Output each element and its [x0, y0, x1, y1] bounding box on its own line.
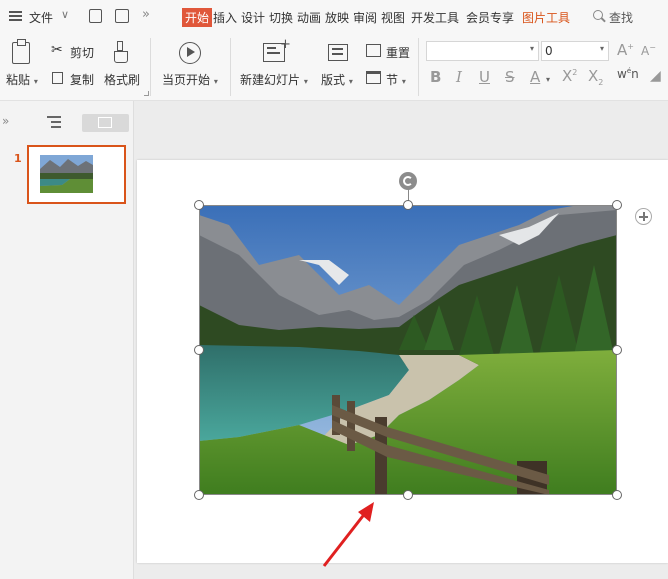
section-label: 节 — [386, 73, 399, 87]
format-painter-icon[interactable] — [114, 41, 128, 65]
tab-review[interactable]: 审阅 — [353, 9, 377, 26]
resize-handle-bottom-left[interactable] — [194, 490, 204, 500]
annotation-arrow — [322, 502, 374, 567]
hamburger-icon[interactable] — [9, 11, 22, 21]
slides-view-tab[interactable] — [82, 114, 129, 132]
save-icon[interactable] — [89, 9, 102, 23]
new-slide-label: 新建幻灯片 — [240, 73, 301, 87]
layout-label: 版式 — [321, 73, 346, 87]
reset-icon[interactable] — [366, 44, 381, 57]
tab-member[interactable]: 会员专享 — [466, 9, 514, 26]
from-current-label: 当页开始 — [162, 73, 211, 87]
increase-font-icon[interactable]: A+ — [617, 41, 634, 59]
outline-view-icon[interactable] — [47, 116, 61, 128]
section-button[interactable]: 节 ▾ — [386, 71, 406, 88]
from-current-button[interactable]: 当页开始 ▾ — [162, 71, 218, 88]
section-icon[interactable] — [366, 71, 381, 84]
tab-view[interactable]: 视图 — [381, 9, 405, 26]
thumbnail-image — [40, 155, 93, 193]
resize-handle-bottom[interactable] — [403, 490, 413, 500]
resize-handle-top[interactable] — [403, 200, 413, 210]
tab-home[interactable]: 开始 — [182, 8, 213, 27]
export-icon[interactable] — [115, 9, 129, 23]
tab-animation[interactable]: 动画 — [297, 9, 321, 26]
subscript-icon[interactable]: X2 — [588, 67, 603, 87]
tab-picture-tools[interactable]: 图片工具 — [522, 9, 570, 26]
magnifier-handle — [601, 17, 606, 23]
resize-handle-top-left[interactable] — [194, 200, 204, 210]
layout-icon[interactable] — [328, 44, 348, 61]
chevron-down-icon[interactable]: ∨ — [61, 8, 69, 21]
reset-button[interactable]: 重置 — [386, 44, 410, 61]
resize-handle-left[interactable] — [194, 345, 204, 355]
scissors-icon[interactable]: ✂ — [51, 42, 63, 58]
tab-design[interactable]: 设计 — [241, 9, 265, 26]
new-slide-button[interactable]: 新建幻灯片 ▾ — [240, 71, 308, 88]
layout-button[interactable]: 版式 ▾ — [321, 71, 353, 88]
ribbon-toolbar: 粘贴 ▾ ✂ 剪切 复制 格式刷 当页开始 ▾ + 新建幻灯片 ▾ 版式 ▾ 重… — [0, 34, 668, 101]
tab-developer[interactable]: 开发工具 — [411, 9, 459, 26]
dialog-launcher-icon[interactable] — [144, 91, 149, 96]
rotate-icon[interactable] — [399, 172, 417, 190]
phonetic-guide-icon[interactable]: wén — [617, 67, 639, 81]
ribbon-divider — [150, 38, 151, 96]
font-size-value: 0 — [545, 44, 553, 58]
strikethrough-icon[interactable]: S — [505, 68, 515, 86]
paste-label: 粘贴 — [6, 73, 31, 87]
selection-frame — [199, 205, 617, 495]
font-name-select[interactable]: ▾ — [426, 41, 539, 61]
play-icon[interactable] — [179, 42, 201, 64]
format-painter-button[interactable]: 格式刷 — [104, 71, 140, 88]
ribbon-divider — [418, 38, 419, 96]
clear-format-icon[interactable]: ◢ — [650, 68, 661, 84]
resize-handle-top-right[interactable] — [612, 200, 622, 210]
resize-handle-right[interactable] — [612, 345, 622, 355]
paste-icon[interactable] — [12, 39, 30, 64]
expand-panel-icon[interactable]: » — [2, 114, 9, 128]
slide-thumbnail[interactable] — [27, 145, 126, 204]
font-color-icon[interactable]: A — [530, 68, 540, 86]
tab-insert[interactable]: 插入 — [213, 9, 237, 26]
superscript-icon[interactable]: X2 — [562, 67, 577, 85]
more-icon[interactable]: » — [142, 7, 150, 22]
resize-handle-bottom-right[interactable] — [612, 490, 622, 500]
copy-button[interactable]: 复制 — [70, 71, 94, 88]
copy-icon[interactable] — [52, 72, 63, 84]
font-size-select[interactable]: 0 ▾ — [541, 41, 609, 61]
file-menu[interactable]: 文件 — [29, 9, 53, 26]
cut-button[interactable]: 剪切 — [70, 44, 94, 61]
paste-button[interactable]: 粘贴 ▾ — [6, 71, 38, 88]
ribbon-divider — [230, 38, 231, 96]
underline-icon[interactable]: U — [479, 68, 490, 86]
search-label[interactable]: 查找 — [609, 9, 633, 26]
menu-bar: 文件 ∨ » 开始 插入 设计 切换 动画 放映 审阅 视图 开发工具 会员专享… — [0, 0, 668, 34]
slide-view-icon — [98, 117, 112, 128]
slide-number: 1 — [14, 152, 22, 165]
chevron-down-icon: ▾ — [546, 75, 551, 84]
decrease-font-icon[interactable]: A− — [641, 43, 656, 58]
tab-transition[interactable]: 切换 — [269, 9, 293, 26]
plus-icon: + — [280, 37, 291, 52]
chevron-down-icon: ▾ — [529, 44, 534, 53]
slides-panel: » 1 — [0, 101, 134, 579]
plus-circle-icon[interactable] — [635, 208, 652, 225]
italic-icon[interactable]: I — [456, 68, 462, 86]
chevron-down-icon: ▾ — [599, 44, 604, 53]
tab-slideshow[interactable]: 放映 — [325, 9, 349, 26]
bold-icon[interactable]: B — [430, 68, 441, 86]
